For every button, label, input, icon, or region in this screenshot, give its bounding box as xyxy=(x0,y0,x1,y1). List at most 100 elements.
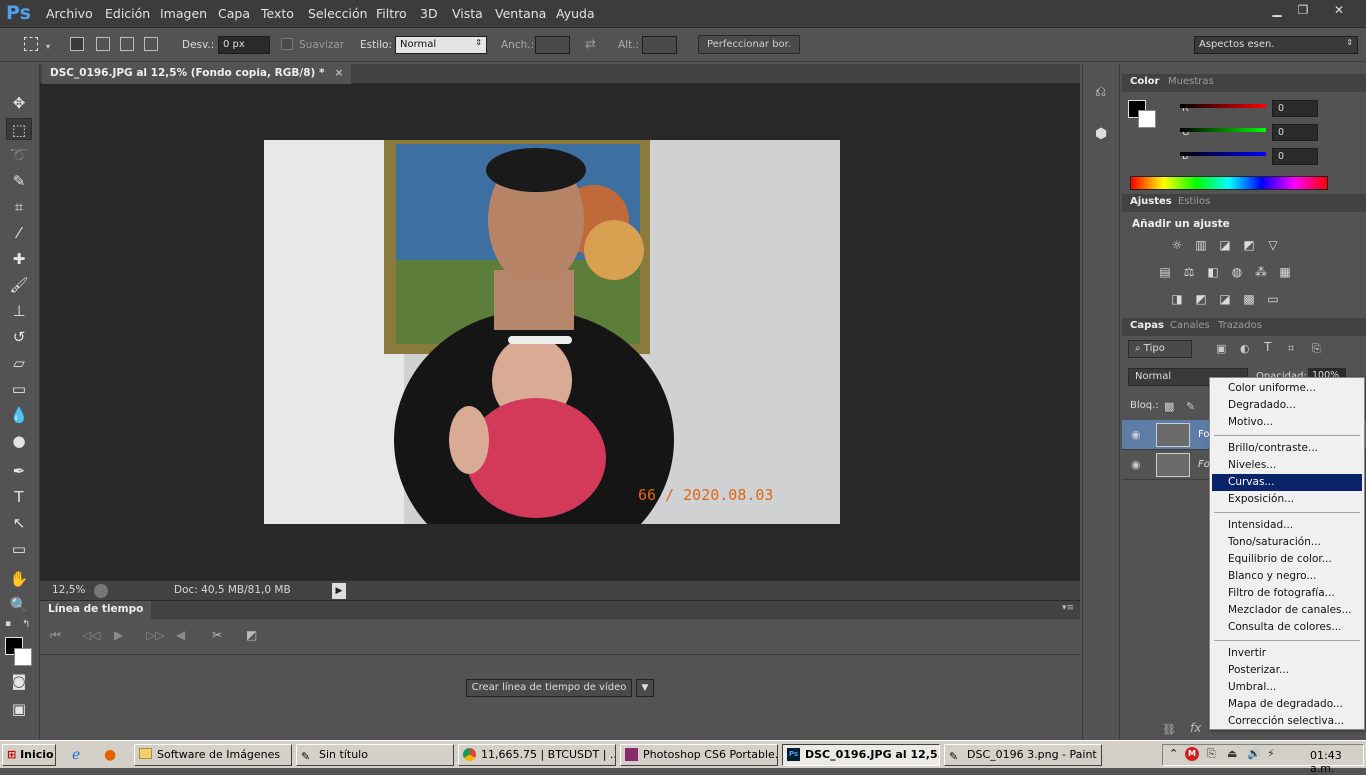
pen-tool-icon[interactable]: ✒ xyxy=(6,460,32,482)
layer-name[interactable]: Fo xyxy=(1198,429,1210,440)
tab-layers[interactable]: Capas xyxy=(1130,320,1164,331)
channel-b-slider[interactable] xyxy=(1180,152,1266,156)
menu-item-mapa-degradado[interactable]: Mapa de degradado... xyxy=(1212,696,1362,713)
layer-filter-select[interactable]: ⌕ Tipo xyxy=(1128,340,1192,358)
menu-item-color-uniforme[interactable]: Color uniforme... xyxy=(1212,380,1362,397)
antivirus-icon[interactable]: M xyxy=(1185,747,1199,761)
filter-type-icon[interactable]: T xyxy=(1264,340,1271,354)
first-frame-icon[interactable]: ⏮ xyxy=(50,628,61,643)
menu-texto[interactable]: Texto xyxy=(261,6,294,21)
channel-g-input[interactable]: 0 xyxy=(1272,124,1318,141)
black-white-adjust-icon[interactable]: ◧ xyxy=(1204,265,1222,279)
clone-stamp-tool-icon[interactable]: ⊥ xyxy=(6,300,32,322)
internet-explorer-icon[interactable]: ℯ xyxy=(72,747,80,763)
exposure-adjust-icon[interactable]: ◩ xyxy=(1240,238,1258,252)
menu-imagen[interactable]: Imagen xyxy=(160,6,207,21)
taskbar-item-winrar[interactable]: Photoshop CS6 Portable.... xyxy=(620,744,778,766)
channel-r-input[interactable]: 0 xyxy=(1272,100,1318,117)
color-spectrum-ramp[interactable] xyxy=(1130,176,1328,190)
close-button[interactable]: ✕ xyxy=(1326,2,1352,18)
history-brush-tool-icon[interactable]: ↺ xyxy=(6,326,32,348)
tab-swatches[interactable]: Muestras xyxy=(1168,76,1214,87)
selective-color-adjust-icon[interactable]: ▩ xyxy=(1240,292,1258,306)
network-icon[interactable]: ⎘ xyxy=(1207,747,1216,761)
menu-item-motivo[interactable]: Motivo... xyxy=(1212,414,1362,431)
menu-vista[interactable]: Vista xyxy=(452,6,483,21)
start-button[interactable]: ⊞ Inicio xyxy=(2,744,56,766)
timeline-tab[interactable]: Línea de tiempo xyxy=(40,601,152,619)
eye-icon[interactable]: ◉ xyxy=(1131,458,1141,471)
next-frame-icon[interactable]: ▷▷ xyxy=(146,628,164,642)
menu-item-filtro-fotografia[interactable]: Filtro de fotografía... xyxy=(1212,585,1362,602)
photo-filter-adjust-icon[interactable]: ◍ xyxy=(1228,265,1246,279)
history-panel-icon[interactable]: ⎌ xyxy=(1095,84,1106,100)
posterize-adjust-icon[interactable]: ◩ xyxy=(1192,292,1210,306)
type-tool-icon[interactable]: T xyxy=(6,486,32,508)
blur-tool-icon[interactable]: 💧 xyxy=(6,404,32,426)
taskbar-item-paint[interactable]: ✎ DSC_0196 3.png - Paint xyxy=(944,744,1102,766)
width-input[interactable] xyxy=(535,36,570,54)
menu-item-tono-saturacion[interactable]: Tono/saturación... xyxy=(1212,534,1362,551)
brightness-adjust-icon[interactable]: ☼ xyxy=(1168,238,1186,252)
panel-menu-icon[interactable]: ▾≡ xyxy=(1062,603,1074,613)
channel-mixer-adjust-icon[interactable]: ⁂ xyxy=(1252,265,1270,279)
feather-input[interactable]: 0 px xyxy=(218,36,270,54)
status-menu-arrow-icon[interactable]: ▶ xyxy=(332,583,346,599)
create-video-timeline-button[interactable]: Crear línea de tiempo de vídeo xyxy=(466,679,632,697)
subtract-selection-icon[interactable] xyxy=(120,37,134,51)
filter-pixel-icon[interactable]: ▣ xyxy=(1216,342,1226,355)
swap-icon[interactable]: ⇄ xyxy=(585,37,596,52)
tray-expand-icon[interactable]: ⌃ xyxy=(1169,747,1178,760)
menu-item-equilibrio-color[interactable]: Equilibrio de color... xyxy=(1212,551,1362,568)
hand-tool-icon[interactable]: ✋ xyxy=(6,568,32,590)
layer-style-icon[interactable]: fx xyxy=(1190,721,1201,735)
add-selection-icon[interactable] xyxy=(96,37,110,51)
eyedropper-tool-icon[interactable]: ⁄ xyxy=(6,222,32,244)
transition-icon[interactable]: ◩ xyxy=(246,628,257,642)
previous-frame-icon[interactable]: ◁◁ xyxy=(82,628,100,642)
gradient-tool-icon[interactable]: ▭ xyxy=(6,378,32,400)
menu-edicion[interactable]: Edición xyxy=(105,6,150,21)
eraser-tool-icon[interactable]: ▱ xyxy=(6,352,32,374)
workspace-select[interactable]: Aspectos esen. ⇕ xyxy=(1194,36,1358,54)
menu-3d[interactable]: 3D xyxy=(420,6,438,21)
tab-paths[interactable]: Trazados xyxy=(1218,320,1262,331)
taskbar-item-photoshop[interactable]: Ps DSC_0196.JPG al 12,5... xyxy=(782,744,940,766)
menu-item-mezclador-canales[interactable]: Mezclador de canales... xyxy=(1212,602,1362,619)
zoom-tool-icon[interactable]: 🔍 xyxy=(6,594,32,616)
menu-ayuda[interactable]: Ayuda xyxy=(556,6,595,21)
default-colors-icon[interactable]: ▪ xyxy=(5,619,11,629)
invert-adjust-icon[interactable]: ◨ xyxy=(1168,292,1186,306)
menu-item-curvas[interactable]: Curvas... xyxy=(1212,474,1362,491)
channel-r-slider[interactable] xyxy=(1180,104,1266,108)
close-icon[interactable]: × xyxy=(334,67,343,79)
clock[interactable]: 01:43 a.m. xyxy=(1310,749,1366,775)
swap-colors-icon[interactable]: ↰ xyxy=(22,619,30,630)
marquee-tool-icon[interactable]: ⬚ xyxy=(6,118,32,140)
move-tool-icon[interactable]: ✥ xyxy=(6,92,32,114)
marquee-preset-icon[interactable] xyxy=(24,37,38,51)
lock-transparency-icon[interactable]: ▩ xyxy=(1164,400,1174,413)
color-balance-adjust-icon[interactable]: ⚖ xyxy=(1180,265,1198,279)
volume-icon[interactable]: 🔊 xyxy=(1247,747,1261,760)
path-selection-tool-icon[interactable]: ↖ xyxy=(6,512,32,534)
hue-saturation-adjust-icon[interactable]: ▤ xyxy=(1156,265,1174,279)
chevron-down-icon[interactable]: ▾ xyxy=(46,42,50,51)
new-selection-icon[interactable] xyxy=(70,37,84,51)
menu-capa[interactable]: Capa xyxy=(218,6,250,21)
firefox-icon[interactable]: ● xyxy=(104,747,116,763)
height-input[interactable] xyxy=(642,36,677,54)
restore-button[interactable]: ❐ xyxy=(1290,2,1316,18)
levels-adjust-icon[interactable]: ▥ xyxy=(1192,238,1210,252)
menu-item-niveles[interactable]: Niveles... xyxy=(1212,457,1362,474)
antialias-checkbox[interactable] xyxy=(281,38,293,50)
link-layers-icon[interactable]: ⛓ xyxy=(1162,723,1176,736)
menu-archivo[interactable]: Archivo xyxy=(46,6,93,21)
color-lookup-adjust-icon[interactable]: ▦ xyxy=(1276,265,1294,279)
quick-select-tool-icon[interactable]: ✎ xyxy=(6,170,32,192)
menu-item-posterizar[interactable]: Posterizar... xyxy=(1212,662,1362,679)
quick-mask-icon[interactable]: ◙ xyxy=(6,670,32,692)
channel-b-input[interactable]: 0 xyxy=(1272,148,1318,165)
taskbar-item-chrome[interactable]: 11,665.75 | BTCUSDT | ... xyxy=(458,744,616,766)
vibrance-adjust-icon[interactable]: ▽ xyxy=(1264,238,1282,252)
